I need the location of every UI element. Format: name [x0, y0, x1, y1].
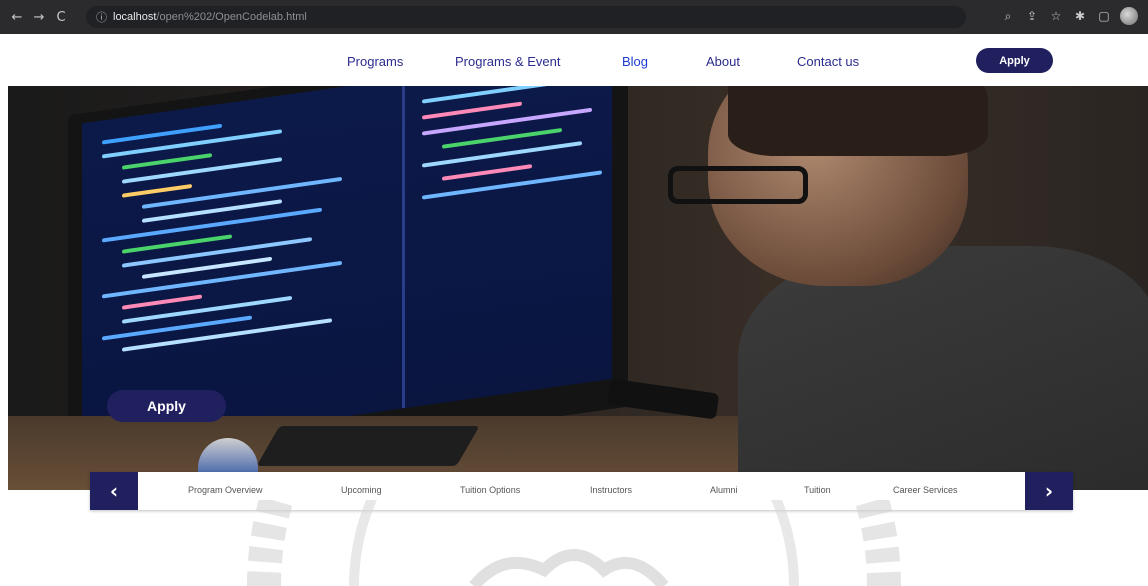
window-icon[interactable]: ▢ — [1096, 9, 1112, 23]
subnav-item-instructors[interactable]: Instructors — [590, 485, 632, 495]
url-host: localhost — [113, 11, 157, 23]
chevron-right-icon[interactable]: › — [1025, 472, 1073, 510]
hero-image — [8, 86, 1148, 490]
subnav-item-career-services[interactable]: Career Services — [893, 485, 958, 495]
share-icon[interactable]: ⇪ — [1024, 9, 1040, 23]
apply-button-hero[interactable]: Apply — [107, 390, 226, 422]
apply-button-header[interactable]: Apply — [976, 48, 1053, 73]
zoom-icon[interactable]: ⌕ — [1000, 9, 1016, 24]
subnav-item-alumni[interactable]: Alumni — [710, 485, 738, 495]
subnav-item-tuition[interactable]: Tuition — [804, 485, 831, 495]
address-bar[interactable]: ⓘ localhost /open%202/OpenCodelab.html — [86, 6, 966, 28]
person-illustration — [648, 86, 1148, 490]
nav-link-programs[interactable]: Programs — [347, 54, 403, 69]
subnav-item-program-overview[interactable]: Program Overview — [188, 485, 263, 495]
back-icon[interactable]: ← — [6, 6, 28, 28]
forward-icon[interactable]: → — [28, 6, 50, 28]
keyboard-illustration — [256, 426, 480, 466]
profile-avatar[interactable] — [1120, 7, 1138, 25]
subnav-item-tuition-options[interactable]: Tuition Options — [460, 485, 520, 495]
nav-link-programs-event[interactable]: Programs & Event — [455, 54, 561, 69]
browser-toolbar: ← → C ⓘ localhost /open%202/OpenCodelab.… — [0, 0, 1148, 34]
info-icon[interactable]: ⓘ — [96, 9, 107, 25]
extensions-icon[interactable]: ✱ — [1072, 9, 1088, 23]
subnav-item-upcoming[interactable]: Upcoming — [341, 485, 382, 495]
reload-icon[interactable]: C — [50, 6, 72, 28]
nav-link-about[interactable]: About — [706, 54, 740, 69]
nav-link-contact[interactable]: Contact us — [797, 54, 859, 69]
nav-link-blog[interactable]: Blog — [622, 54, 648, 69]
url-path: /open%202/OpenCodelab.html — [156, 11, 307, 23]
chevron-left-icon[interactable]: ‹ — [90, 472, 138, 510]
university-seal-watermark — [247, 500, 901, 586]
bookmark-star-icon[interactable]: ☆ — [1048, 9, 1064, 23]
